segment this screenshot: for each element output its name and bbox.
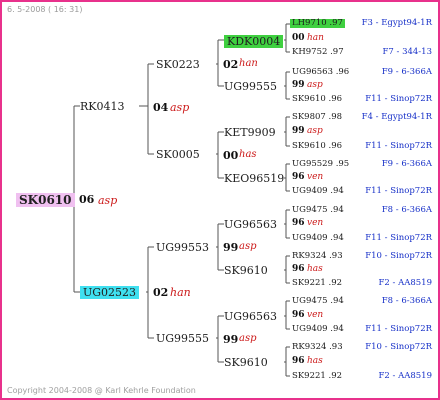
gen3-5-id: 96: [292, 264, 305, 274]
gen2-0-id: 02: [223, 58, 239, 71]
gen3-6-id: 96: [292, 310, 305, 320]
gen4-1-origin: F7 - 344-13: [382, 47, 433, 57]
gen4-9-origin: F11 - Sinop72R: [365, 233, 432, 243]
gen4-5-code[interactable]: SK9610 .96: [292, 142, 342, 151]
root-bee-id: 06: [79, 193, 95, 206]
gen1-0-gen: asp: [170, 101, 190, 114]
gen4-2-origin: F9 - 6-366A: [381, 67, 432, 77]
gen4-9-code[interactable]: UG9409 .94: [292, 234, 344, 243]
gen4-15-origin: F2 - AA8519: [378, 371, 433, 381]
gen1-1-gen: han: [170, 286, 191, 299]
gen3-2-name[interactable]: KET9909: [224, 127, 276, 138]
gen3-7-gen: has: [307, 356, 323, 366]
gen4-8-code[interactable]: UG9475 .94: [292, 206, 344, 215]
gen4-7-code[interactable]: UG9409 .94: [292, 187, 344, 196]
gen4-7-origin: F11 - Sinop72R: [365, 186, 432, 196]
gen4-1-code[interactable]: KH9752 .97: [292, 48, 344, 57]
gen4-13-origin: F11 - Sinop72R: [365, 324, 432, 334]
gen3-3-name[interactable]: KEO96519: [224, 173, 284, 184]
gen4-10-origin: F10 - Sinop72R: [365, 251, 432, 261]
root-bee-gen: asp: [98, 194, 118, 207]
gen3-2-gen: asp: [307, 126, 323, 136]
gen3-7-name[interactable]: SK9610: [224, 357, 268, 368]
gen4-5-origin: F11 - Sinop72R: [365, 141, 432, 151]
gen4-3-origin: F11 - Sinop72R: [365, 94, 432, 104]
gen2-1-name[interactable]: SK0005: [156, 149, 200, 160]
gen1-1-name[interactable]: UG02523: [80, 286, 140, 299]
gen2-1-id: 00: [223, 149, 239, 162]
gen3-1-id: 99: [292, 80, 305, 90]
gen3-0-gen: han: [307, 33, 324, 43]
gen3-2-id: 99: [292, 126, 305, 136]
gen1-0-id: 04: [153, 101, 169, 114]
gen4-14-code[interactable]: RK9324 .93: [292, 343, 343, 352]
gen4-10-code[interactable]: RK9324 .93: [292, 252, 343, 261]
print-timestamp: 6. 5-2008 ( 16: 31): [7, 5, 83, 14]
gen2-0-name[interactable]: SK0223: [156, 59, 200, 70]
gen4-11-code[interactable]: SK9221 .92: [292, 279, 342, 288]
gen3-1-name[interactable]: UG99555: [224, 81, 277, 92]
gen4-12-code[interactable]: UG9475 .94: [292, 297, 344, 306]
gen2-2-gen: asp: [239, 241, 257, 252]
gen3-3-gen: ven: [307, 172, 324, 182]
gen3-3-id: 96: [292, 172, 305, 182]
gen2-3-id: 99: [223, 333, 239, 346]
gen3-4-name[interactable]: UG96563: [224, 219, 277, 230]
gen2-3-name[interactable]: UG99555: [156, 333, 209, 344]
gen4-11-origin: F2 - AA8519: [378, 278, 433, 288]
gen2-0-gen: han: [239, 58, 258, 69]
gen2-2-name[interactable]: UG99553: [156, 242, 209, 253]
gen4-2-code[interactable]: UG96563 .96: [292, 68, 349, 77]
gen4-8-origin: F8 - 6-366A: [381, 205, 432, 215]
gen1-1-id: 02: [153, 286, 169, 299]
gen4-14-origin: F10 - Sinop72R: [365, 342, 432, 352]
gen3-6-name[interactable]: UG96563: [224, 311, 277, 322]
gen4-0-code[interactable]: LH9710 .97: [290, 19, 345, 28]
gen2-1-gen: has: [239, 149, 257, 160]
gen3-4-gen: ven: [307, 218, 324, 228]
gen3-5-gen: has: [307, 264, 323, 274]
gen4-6-origin: F9 - 6-366A: [381, 159, 432, 169]
gen4-12-origin: F8 - 6-366A: [381, 296, 432, 306]
gen3-5-name[interactable]: SK9610: [224, 265, 268, 276]
pedigree-window: 6. 5-2008 ( 16: 31) SK0610 06 asp RK0413…: [0, 0, 440, 400]
gen3-6-gen: ven: [307, 310, 324, 320]
gen4-15-code[interactable]: SK9221 .92: [292, 372, 342, 381]
gen1-0-name[interactable]: RK0413: [80, 101, 125, 112]
gen3-4-id: 96: [292, 218, 305, 228]
gen4-0-origin: F3 - Egypt94-1R: [361, 18, 432, 28]
gen4-4-code[interactable]: SK9807 .98: [292, 113, 342, 122]
gen4-6-code[interactable]: UG95529 .95: [292, 160, 349, 169]
gen4-3-code[interactable]: SK9610 .96: [292, 95, 342, 104]
gen4-4-origin: F4 - Egypt94-1R: [361, 112, 432, 122]
gen3-0-name[interactable]: KDK0004: [224, 35, 284, 48]
gen2-3-gen: asp: [239, 333, 257, 344]
gen3-7-id: 96: [292, 356, 305, 366]
gen3-1-gen: asp: [307, 80, 323, 90]
gen3-0-id: 00: [292, 33, 305, 43]
gen4-13-code[interactable]: UG9409 .94: [292, 325, 344, 334]
root-bee-name[interactable]: SK0610: [16, 193, 75, 207]
copyright-footer: Copyright 2004-2008 @ Karl Kehrle Founda…: [7, 386, 196, 395]
gen2-2-id: 99: [223, 241, 239, 254]
